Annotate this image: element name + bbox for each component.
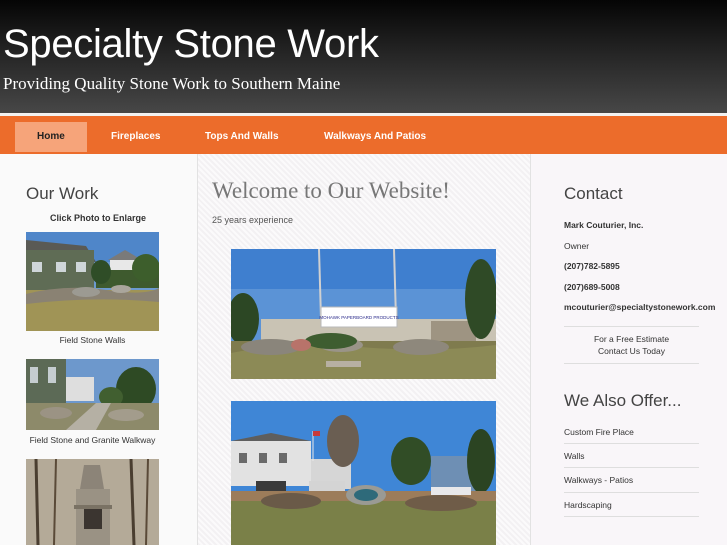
- site-tagline: Providing Quality Stone Work to Southern…: [3, 74, 341, 93]
- nav-tops-and-walls[interactable]: Tops And Walls: [205, 122, 279, 152]
- we-also-offer-heading: We Also Offer...: [564, 391, 682, 410]
- phone-primary: (207)782-5895: [564, 261, 620, 271]
- contact-us-today-line: Contact Us Today: [598, 346, 665, 356]
- offer-hardscaping[interactable]: Hardscaping: [564, 500, 612, 510]
- phone-secondary: (207)689-5008: [564, 282, 620, 292]
- owner-role: Owner: [564, 241, 590, 251]
- offer-divider-4: [564, 516, 699, 517]
- offer-walkways-patios[interactable]: Walkways - Patios: [564, 475, 633, 485]
- nav-home[interactable]: Home: [15, 122, 87, 152]
- company-name: Mark Couturier, Inc.: [564, 220, 644, 230]
- contact-sidebar: Contact Mark Couturier, Inc. Owner (207)…: [531, 154, 727, 545]
- offer-divider-1: [564, 443, 699, 444]
- offer-divider-2: [564, 467, 699, 468]
- field-stone-granite-walkway-caption: Field Stone and Granite Walkway: [29, 435, 156, 445]
- field-stone-walls-photo[interactable]: [26, 232, 159, 331]
- nav-walkways-and-patios[interactable]: Walkways And Patios: [324, 122, 426, 152]
- main-nav: Home Fireplaces Tops And Walls Walkways …: [0, 113, 727, 154]
- free-estimate-line: For a Free Estimate: [593, 334, 670, 344]
- our-work-heading: Our Work: [26, 184, 99, 203]
- field-stone-walls-caption: Field Stone Walls: [59, 335, 126, 345]
- site-header: Specialty Stone Work Providing Quality S…: [0, 0, 727, 113]
- field-stone-granite-walkway-photo[interactable]: [26, 359, 159, 430]
- outdoor-fireplace-photo[interactable]: [26, 459, 159, 545]
- offer-walls[interactable]: Walls: [564, 451, 584, 461]
- stone-sign-landscape-photo[interactable]: [231, 401, 496, 545]
- experience-text: 25 years experience: [212, 215, 294, 225]
- click-to-enlarge-hint: Click Photo to Enlarge: [50, 213, 147, 223]
- contact-email[interactable]: mcouturier@specialtystonework.com: [564, 302, 715, 312]
- nav-fireplaces[interactable]: Fireplaces: [111, 122, 160, 152]
- contact-divider-top: [564, 326, 699, 327]
- welcome-heading: Welcome to Our Website!: [212, 178, 450, 203]
- contact-divider-bottom: [564, 363, 699, 364]
- offer-divider-3: [564, 492, 699, 493]
- sign-text: MOHAWK PAPERBOARD PRODUCTS: [319, 315, 398, 320]
- contact-heading: Contact: [564, 184, 623, 203]
- offer-custom-fire-place[interactable]: Custom Fire Place: [564, 427, 634, 437]
- our-work-sidebar: Our Work Click Photo to Enlarge Field St…: [0, 154, 198, 545]
- mohawk-paperboard-photo[interactable]: MOHAWK PAPERBOARD PRODUCTS: [231, 249, 496, 379]
- site-title[interactable]: Specialty Stone Work: [3, 22, 379, 67]
- main-content: Welcome to Our Website! 25 years experie…: [198, 154, 531, 545]
